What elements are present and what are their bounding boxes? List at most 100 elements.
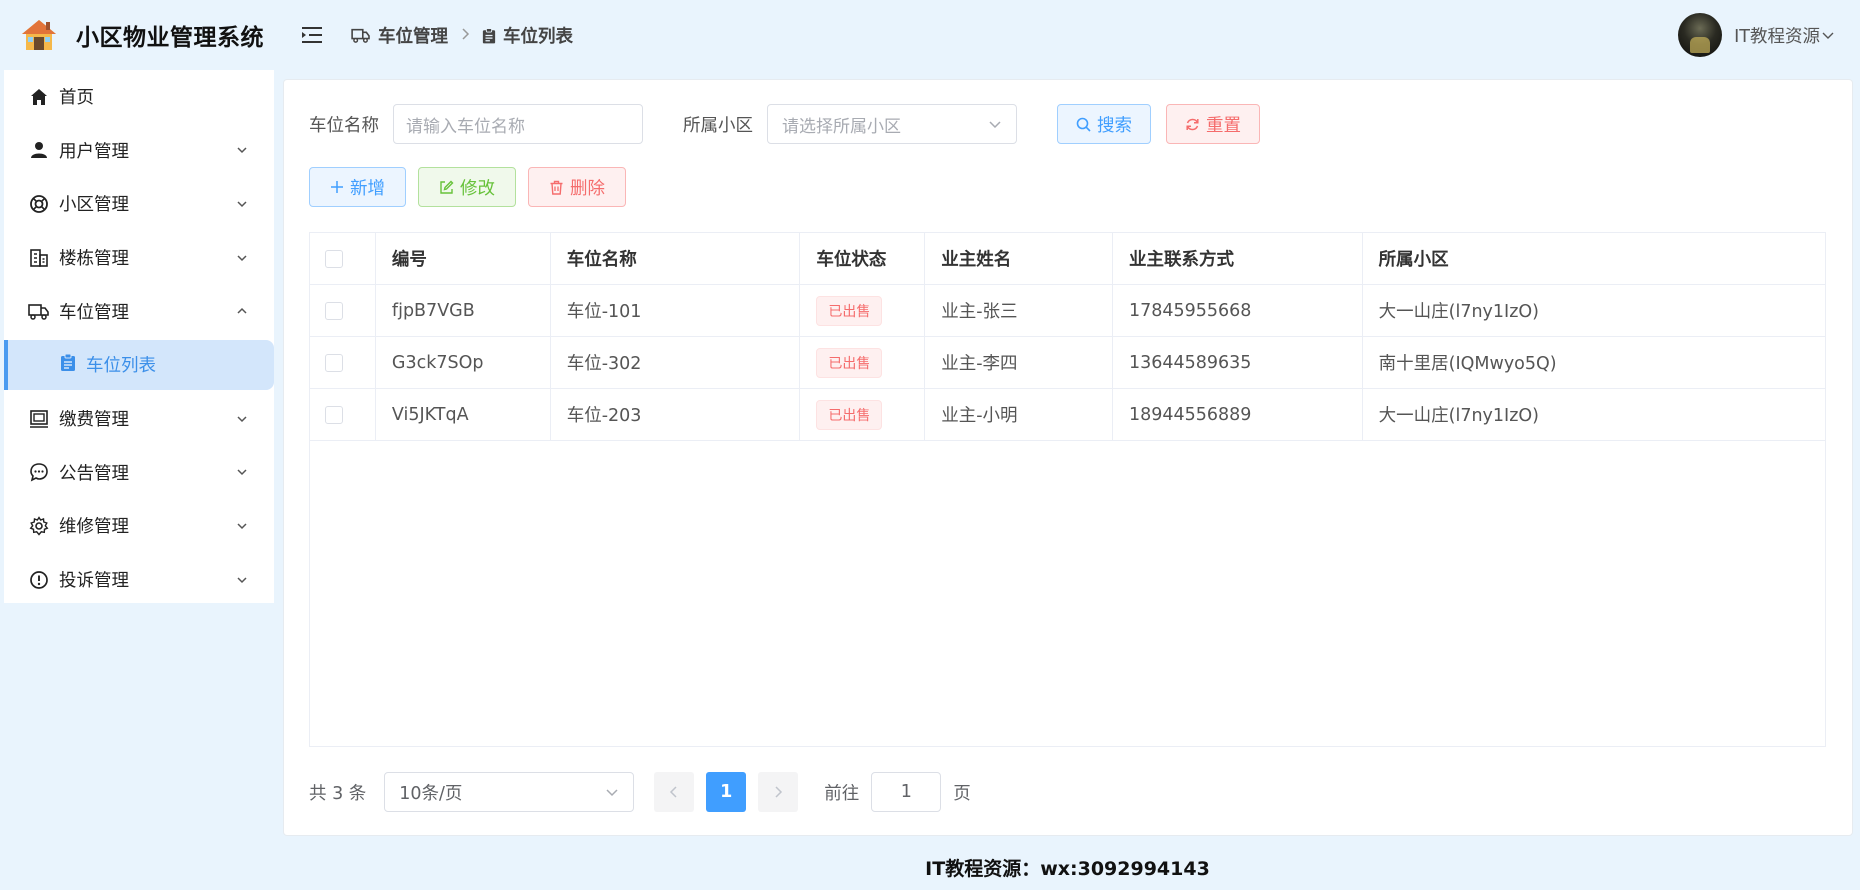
menu-fold-icon[interactable] <box>301 26 323 44</box>
header-cell: 所属小区 <box>1378 250 1449 270</box>
sidebar-item-label: 车位列表 <box>86 356 156 377</box>
sidebar-item-complaints[interactable]: 投诉管理 <box>4 553 274 607</box>
row-checkbox[interactable] <box>325 301 343 320</box>
action-toolbar: 新增 修改 删除 <box>309 167 638 207</box>
cell-phone: 13644589635 <box>1113 337 1363 388</box>
table-row[interactable]: G3ck7SOp 车位-302 已出售 业主-李四 13644589635 南十… <box>310 337 1825 389</box>
header-cell: 业主姓名 <box>925 233 1113 284</box>
gear-icon <box>28 515 50 537</box>
trash-icon <box>549 180 564 195</box>
row-checkbox[interactable] <box>325 405 343 424</box>
cell-owner: 业主-小明 <box>925 389 1113 440</box>
main-card: 车位名称 请输入车位名称 所属小区 请选择所属小区 搜索 重置 新增 修改 删除… <box>283 79 1853 836</box>
search-button[interactable]: 搜索 <box>1057 104 1151 144</box>
cell-id: fjpB7VGB <box>376 285 551 336</box>
sidebar-item-home[interactable]: 首页 <box>4 70 274 124</box>
breadcrumb-item-parking[interactable]: 车位管理 <box>378 23 448 48</box>
pagination: 共 3 条 10条/页 1 前往 1 页 <box>309 772 971 812</box>
logo-area: 小区物业管理系统 <box>0 0 275 70</box>
status-badge: 已出售 <box>816 295 883 326</box>
delete-button[interactable]: 删除 <box>528 167 626 207</box>
clipboard-icon <box>482 27 496 44</box>
sidebar-item-label: 小区管理 <box>59 195 129 216</box>
sidebar-item-label: 投诉管理 <box>59 571 129 592</box>
edit-button[interactable]: 修改 <box>418 167 516 207</box>
row-checkbox[interactable] <box>325 353 343 372</box>
user-icon <box>28 139 50 161</box>
user-name: IT教程资源 <box>1734 26 1820 47</box>
community-placeholder: 请选择所属小区 <box>782 116 901 137</box>
row-select-cell <box>310 389 376 440</box>
page-number-current[interactable]: 1 <box>706 772 747 812</box>
truck-icon <box>28 300 50 322</box>
goto-page-input[interactable]: 1 <box>871 772 942 812</box>
edit-icon <box>439 180 454 195</box>
cell-owner: 业主-张三 <box>925 285 1113 336</box>
sidebar-item-buildings[interactable]: 楼栋管理 <box>4 231 274 285</box>
house-logo-icon <box>20 18 58 52</box>
chevron-right-icon <box>460 25 470 45</box>
cell-status: 已出售 <box>800 389 926 440</box>
user-menu[interactable]: IT教程资源 <box>1678 13 1834 57</box>
parking-name-placeholder: 请输入车位名称 <box>406 116 525 137</box>
cell-name: 车位-302 <box>551 337 801 388</box>
cell-id: Vi5JKTqA <box>376 389 551 440</box>
sidebar-item-label: 车位管理 <box>59 302 129 323</box>
cell-community: 大一山庄(l7ny1IzO) <box>1378 406 1539 426</box>
pagination-total: 共 3 条 <box>309 783 367 804</box>
building-icon <box>28 247 50 269</box>
table-row[interactable]: Vi5JKTqA 车位-203 已出售 业主-小明 18944556889 大一… <box>310 389 1825 441</box>
reset-button[interactable]: 重置 <box>1166 104 1260 144</box>
payment-icon <box>28 408 50 430</box>
sidebar-item-parking-list[interactable]: 车位列表 <box>4 339 274 390</box>
chevron-right-icon <box>775 786 783 798</box>
cell-community: 大一山庄(l7ny1IzO) <box>1378 302 1539 322</box>
row-select-cell <box>310 285 376 336</box>
sidebar-item-repairs[interactable]: 维修管理 <box>4 499 274 553</box>
page-suffix: 页 <box>953 783 971 804</box>
chevron-down-icon <box>237 147 247 154</box>
add-button[interactable]: 新增 <box>309 167 406 207</box>
status-badge: 已出售 <box>816 399 883 430</box>
plus-icon <box>330 180 344 194</box>
chevron-down-icon <box>237 523 247 530</box>
select-all-checkbox[interactable] <box>325 249 343 268</box>
header-cell: 车位状态 <box>800 233 926 284</box>
cell-status: 已出售 <box>800 285 926 336</box>
truck-icon <box>351 27 371 43</box>
community-select[interactable]: 请选择所属小区 <box>767 104 1017 144</box>
chevron-down-icon <box>989 121 1001 129</box>
chat-icon <box>28 461 50 483</box>
page-size-select[interactable]: 10条/页 <box>384 772 635 812</box>
breadcrumb: 车位管理 车位列表 <box>351 23 573 48</box>
chevron-up-icon <box>237 308 247 314</box>
sidebar-item-parking[interactable]: 车位管理 <box>4 284 274 338</box>
chevron-down-icon <box>237 577 247 583</box>
breadcrumb-item-parking-list: 车位列表 <box>503 26 573 47</box>
edit-button-label: 修改 <box>460 178 495 199</box>
sidebar-item-notices[interactable]: 公告管理 <box>4 446 274 500</box>
cell-phone: 17845955668 <box>1113 285 1363 336</box>
top-header: 车位管理 车位列表 IT教程资源 <box>275 0 1860 70</box>
table-row[interactable]: fjpB7VGB 车位-101 已出售 业主-张三 17845955668 大一… <box>310 285 1825 337</box>
parking-table: 编号 车位名称 车位状态 业主姓名 业主联系方式 所属小区 fjpB7VGB 车… <box>309 232 1826 747</box>
next-page-button[interactable] <box>758 772 799 812</box>
sidebar-item-label: 首页 <box>59 88 94 109</box>
prev-page-button[interactable] <box>654 772 695 812</box>
delete-button-label: 删除 <box>570 178 605 199</box>
search-form: 车位名称 请输入车位名称 所属小区 请选择所属小区 搜索 重置 <box>309 104 1260 144</box>
reset-button-label: 重置 <box>1206 115 1241 136</box>
sidebar: 小区物业管理系统 首页 用户管理 小区管理 楼栋管理 车位管理 车位列表 缴费管… <box>0 0 275 890</box>
sidebar-item-users[interactable]: 用户管理 <box>4 124 274 178</box>
chevron-down-icon <box>1822 32 1834 39</box>
cell-id: G3ck7SOp <box>376 337 551 388</box>
header-cell: 编号 <box>376 233 551 284</box>
parking-name-input[interactable]: 请输入车位名称 <box>393 104 643 144</box>
sidebar-item-payments[interactable]: 缴费管理 <box>4 392 274 446</box>
sidebar-item-community[interactable]: 小区管理 <box>4 177 274 231</box>
community-label: 所属小区 <box>683 115 753 136</box>
app-title: 小区物业管理系统 <box>76 25 264 51</box>
search-button-label: 搜索 <box>1097 115 1132 136</box>
header-cell: 车位名称 <box>551 233 801 284</box>
chevron-down-icon <box>606 789 618 797</box>
